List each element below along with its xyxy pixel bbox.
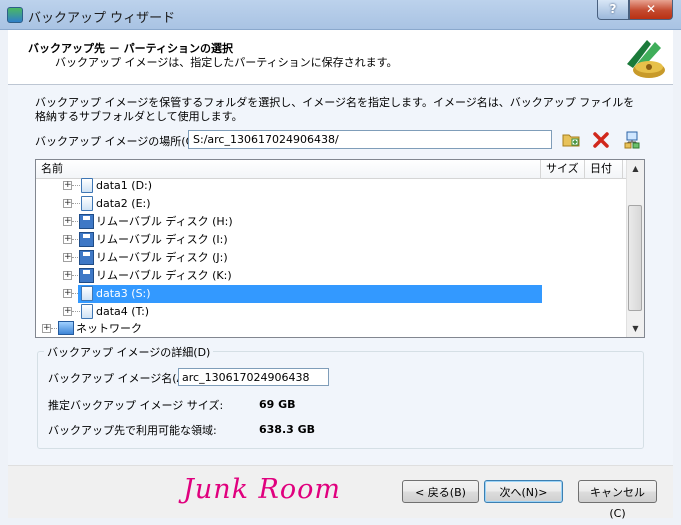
tree-item-removable-i[interactable]: + リムーバブル ディスク (I:) xyxy=(36,231,546,249)
tree-item-label: data4 (T:) xyxy=(96,305,150,318)
cancel-button[interactable]: キャンセル(C) xyxy=(578,480,657,520)
image-name-input[interactable] xyxy=(178,368,329,386)
estimated-size-label: 推定バックアップ イメージ サイズ: xyxy=(48,399,224,412)
image-name-label: バックアップ イメージ名(A) xyxy=(48,372,189,385)
available-space-label: バックアップ先で利用可能な領域: xyxy=(48,424,217,437)
tree-item-label: リムーバブル ディスク (J:) xyxy=(96,251,228,264)
tree-scrollbar[interactable]: ▲ ▼ xyxy=(626,160,644,337)
column-header-date[interactable]: 日付 xyxy=(585,160,623,178)
tree-item-data3[interactable]: + data3 (S:) xyxy=(36,285,546,303)
network-drive-icon[interactable] xyxy=(622,130,642,150)
tree-item-data4[interactable]: + data4 (T:) xyxy=(36,303,546,321)
expand-icon[interactable]: + xyxy=(42,324,51,333)
tree-item-removable-j[interactable]: + リムーバブル ディスク (J:) xyxy=(36,249,546,267)
junk-room-logo: Junk Room xyxy=(183,474,341,505)
tree-item-label: data2 (E:) xyxy=(96,197,151,210)
drive-icon xyxy=(81,196,93,211)
expand-icon[interactable]: + xyxy=(63,181,72,190)
tree-item-label: data3 (S:) xyxy=(96,287,151,300)
close-button[interactable]: ✕ xyxy=(629,0,673,20)
drive-icon xyxy=(81,286,93,301)
delete-icon[interactable] xyxy=(591,130,611,150)
drive-icon xyxy=(81,178,93,193)
tree-connector xyxy=(72,311,80,312)
next-button[interactable]: 次へ(N)> xyxy=(484,480,563,503)
location-label: バックアップ イメージの場所(O): xyxy=(35,135,203,148)
backup-wizard-window: バックアップ ウィザード ? ✕ バックアップ先 － パーティションの選択 バッ… xyxy=(0,0,681,525)
tree-item-label: リムーバブル ディスク (K:) xyxy=(96,269,232,282)
column-header-name[interactable]: 名前 xyxy=(36,160,541,178)
column-header-size[interactable]: サイズ xyxy=(541,160,585,178)
tree-item-data2[interactable]: + data2 (E:) xyxy=(36,195,546,213)
expand-icon[interactable]: + xyxy=(63,307,72,316)
title-bar[interactable]: バックアップ ウィザード ? ✕ xyxy=(0,0,681,30)
back-button[interactable]: < 戻る(B) xyxy=(402,480,479,503)
scroll-down-arrow-icon[interactable]: ▼ xyxy=(627,320,644,337)
tree-item-label: data1 (D:) xyxy=(96,179,153,192)
instruction-text: バックアップ イメージを保管するフォルダを選択し、イメージ名を指定します。イメー… xyxy=(35,96,635,123)
estimated-size-value: 69 GB xyxy=(259,398,296,411)
scroll-thumb[interactable] xyxy=(628,205,642,311)
tree-connector xyxy=(72,185,80,186)
image-details-title: バックアップ イメージの詳細(D) xyxy=(44,344,214,360)
tree-item-data1[interactable]: + data1 (D:) xyxy=(36,177,546,195)
folder-tree[interactable]: 名前 サイズ 日付 ▲ ▼ + data1 (D:) + data2 (E:) … xyxy=(35,159,645,338)
expand-icon[interactable]: + xyxy=(63,289,72,298)
app-icon xyxy=(7,7,23,23)
new-folder-icon[interactable] xyxy=(561,130,581,150)
expand-icon[interactable]: + xyxy=(63,235,72,244)
expand-icon[interactable]: + xyxy=(63,199,72,208)
expand-icon[interactable]: + xyxy=(63,217,72,226)
tree-item-network[interactable]: + ネットワーク xyxy=(36,320,546,337)
scroll-up-arrow-icon[interactable]: ▲ xyxy=(627,160,644,177)
tree-connector xyxy=(72,203,80,204)
help-button[interactable]: ? xyxy=(597,0,629,20)
available-space-value: 638.3 GB xyxy=(259,423,316,436)
location-input[interactable] xyxy=(188,130,552,149)
tree-item-removable-h[interactable]: + リムーバブル ディスク (H:) xyxy=(36,213,546,231)
floppy-icon xyxy=(79,250,94,265)
tree-item-label: リムーバブル ディスク (I:) xyxy=(96,233,228,246)
drive-icon xyxy=(81,304,93,319)
header-subtitle: バックアップ イメージは、指定したパーティションに保存されます。 xyxy=(55,56,398,69)
floppy-icon xyxy=(79,232,94,247)
tree-item-label: ネットワーク xyxy=(76,322,142,335)
floppy-icon xyxy=(79,214,94,229)
tree-item-label: リムーバブル ディスク (H:) xyxy=(96,215,233,228)
tree-item-removable-k[interactable]: + リムーバブル ディスク (K:) xyxy=(36,267,546,285)
expand-icon[interactable]: + xyxy=(63,271,72,280)
window-title: バックアップ ウィザード xyxy=(28,11,176,26)
wizard-logo-icon xyxy=(621,34,669,80)
expand-icon[interactable]: + xyxy=(63,253,72,262)
network-icon xyxy=(58,321,74,335)
floppy-icon xyxy=(79,268,94,283)
